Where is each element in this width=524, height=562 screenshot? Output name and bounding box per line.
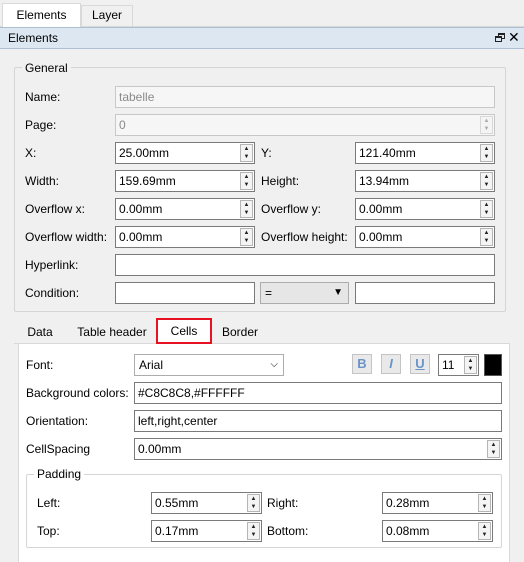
overflow-height-stepper[interactable]: 0.00mm ▲ ▼ [355,226,495,248]
orientation-field[interactable]: left,right,center [134,410,502,432]
orientation-label: Orientation: [26,414,89,428]
tab-layer[interactable]: Layer [81,5,133,26]
overflow-y-label: Overflow y: [261,202,322,216]
padding-right-label: Right: [267,496,299,510]
page-label: Page: [25,118,57,132]
width-stepper[interactable]: 159.69mm ▲ ▼ [115,170,255,192]
cellspacing-stepper[interactable]: 0.00mm ▲ ▼ [134,438,502,460]
overflow-x-stepper[interactable]: 0.00mm ▲ ▼ [115,198,255,220]
padding-group-title: Padding [34,467,85,481]
overflow-width-stepper[interactable]: 0.00mm ▲ ▼ [115,226,255,248]
hyperlink-label: Hyperlink: [25,258,79,272]
page-stepper: 0 ▲ ▼ [115,114,495,136]
name-label: Name: [25,90,61,104]
overflow-height-label: Overflow height: [261,230,348,244]
condition-operator-select[interactable]: = ▼ [260,282,349,304]
tab-border[interactable]: Border [214,321,266,343]
padding-left-stepper[interactable]: 0.55mm ▲ ▼ [151,492,262,514]
italic-button[interactable]: I [381,354,401,374]
height-stepper[interactable]: 13.94mm ▲ ▼ [355,170,495,192]
padding-right-stepper[interactable]: 0.28mm ▲ ▼ [382,492,493,514]
y-stepper[interactable]: 121.40mm ▲ ▼ [355,142,495,164]
x-label: X: [25,146,37,160]
panel-title: Elements [8,31,59,45]
overflow-y-stepper[interactable]: 0.00mm ▲ ▼ [355,198,495,220]
condition-label: Condition: [25,286,80,300]
font-color-swatch[interactable] [484,354,502,376]
bold-button[interactable]: B [352,354,372,374]
panel-header: Elements [0,27,524,49]
bg-colors-field[interactable]: #C8C8C8,#FFFFFF [134,382,502,404]
cellspacing-label: CellSpacing [26,442,91,456]
tab-cells[interactable]: Cells [156,318,212,344]
condition-right-field[interactable] [355,282,495,304]
font-select[interactable]: Arial ⌵ [134,354,284,376]
float-icon[interactable] [495,33,505,42]
underline-button[interactable]: U [410,354,430,374]
x-stepper[interactable]: 25.00mm ▲ ▼ [115,142,255,164]
font-label: Font: [26,358,54,372]
general-group-title: General [22,61,71,75]
name-field: tabelle [115,86,495,108]
padding-top-stepper[interactable]: 0.17mm ▲ ▼ [151,520,262,542]
overflow-width-label: Overflow width: [25,230,108,244]
overflow-x-label: Overflow x: [25,202,86,216]
height-label: Height: [261,174,300,188]
chevron-down-icon: ⌵ [270,359,278,370]
padding-bottom-label: Bottom: [267,524,309,538]
font-size-stepper[interactable]: 11 ▲ ▼ [438,354,479,376]
tab-data[interactable]: Data [20,321,60,343]
close-icon[interactable]: ✕ [508,29,520,45]
width-label: Width: [25,174,60,188]
tab-table-header[interactable]: Table header [70,321,154,343]
bg-colors-label: Background colors: [26,386,129,400]
y-label: Y: [261,146,272,160]
hyperlink-field[interactable] [115,254,495,276]
padding-bottom-stepper[interactable]: 0.08mm ▲ ▼ [382,520,493,542]
chevron-down-icon: ▼ [333,287,343,298]
condition-left-field[interactable] [115,282,255,304]
padding-left-label: Left: [37,496,61,510]
padding-top-label: Top: [37,524,60,538]
tab-elements[interactable]: Elements [2,3,81,27]
